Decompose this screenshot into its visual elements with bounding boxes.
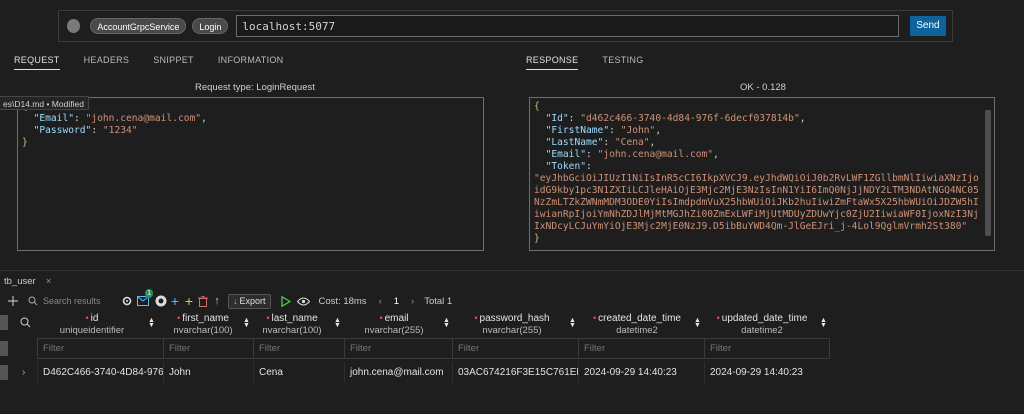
- close-brace: }: [534, 233, 540, 244]
- column-header-last-name[interactable]: • last_name nvarchar(100): [256, 311, 328, 337]
- request-editor[interactable]: { "Email": "john.cena@mail.com", "Passwo…: [17, 97, 484, 251]
- filter-input[interactable]: Filter: [578, 338, 704, 359]
- json-key: "Id": [545, 113, 569, 124]
- json-value: "d462c466-3740-4d84-976f-6decf037814b": [580, 113, 800, 124]
- close-tab-icon[interactable]: ×: [46, 276, 52, 287]
- result-tab[interactable]: tb_user ×: [4, 276, 51, 287]
- tab-testing[interactable]: TESTING: [602, 55, 643, 70]
- search-icon: [28, 296, 38, 306]
- column-header-first-name[interactable]: • first_name nvarchar(100): [166, 311, 240, 337]
- export-button[interactable]: ↓ Export: [228, 293, 271, 309]
- tab-response[interactable]: RESPONSE: [526, 55, 579, 70]
- page-number[interactable]: 1: [394, 296, 399, 307]
- layout-toggle-icon[interactable]: [6, 294, 20, 308]
- result-tab-label: tb_user: [4, 276, 36, 287]
- row-gutter: [0, 315, 8, 330]
- add-row-icon[interactable]: +: [168, 293, 182, 309]
- json-key: "FirstName": [545, 125, 610, 136]
- filter-input[interactable]: Filter: [704, 338, 830, 359]
- filter-input[interactable]: Filter: [37, 338, 163, 359]
- json-key: "LastName": [545, 137, 604, 148]
- open-brace: {: [534, 101, 540, 112]
- sort-icon[interactable]: ▲ ▼: [820, 317, 827, 329]
- sort-icon[interactable]: ▲ ▼: [694, 317, 701, 329]
- editor-scrollbar[interactable]: [985, 110, 991, 236]
- next-page-icon[interactable]: ›: [411, 296, 414, 307]
- cell-id[interactable]: D462C466-3740-4D84-976F: [37, 362, 163, 383]
- column-header-email[interactable]: • email nvarchar(255): [346, 311, 442, 337]
- json-key: "Token": [545, 161, 586, 172]
- request-bar: AccountGrpcService Login Send: [58, 10, 953, 42]
- token-value: "eyJhbGciOiJIUzI1NiIsInR5cCI6IkpXVCJ9.ey…: [534, 173, 979, 232]
- cell-created-date-time[interactable]: 2024-09-29 14:40:23: [578, 362, 704, 383]
- download-icon: ↓: [233, 295, 238, 306]
- search-placeholder: Search results: [43, 296, 101, 306]
- filter-input[interactable]: Filter: [163, 338, 253, 359]
- eye-icon[interactable]: [297, 294, 311, 308]
- url-input[interactable]: [236, 15, 899, 37]
- json-value: "john.cena@mail.com": [597, 149, 714, 160]
- row-gutter: [0, 365, 8, 380]
- json-value: "john.cena@mail.com": [85, 113, 202, 124]
- column-header-password-hash[interactable]: • password_hash nvarchar(255): [456, 311, 568, 337]
- expand-row-icon[interactable]: ›: [22, 362, 32, 383]
- tab-request[interactable]: REQUEST: [14, 55, 60, 70]
- column-header-updated-date-time[interactable]: • updated_date_time datetime2: [706, 311, 818, 337]
- panel-divider: [0, 270, 1024, 271]
- cell-last-name[interactable]: Cena: [253, 362, 344, 383]
- column-header-created-date-time[interactable]: • created_date_time datetime2: [582, 311, 692, 337]
- method-pill[interactable]: Login: [192, 18, 229, 34]
- play-icon[interactable]: [279, 294, 293, 308]
- close-brace: }: [22, 137, 28, 148]
- status-circle-icon[interactable]: [67, 19, 81, 33]
- sort-icon[interactable]: ▲ ▼: [443, 317, 450, 329]
- sort-icon[interactable]: ▲ ▼: [148, 317, 155, 329]
- gear-icon[interactable]: [120, 294, 134, 308]
- search-results-box[interactable]: Search results: [28, 294, 116, 308]
- tab-information[interactable]: INFORMATION: [218, 55, 284, 70]
- response-editor[interactable]: { "Id": "d462c466-3740-4d84-976f-6decf03…: [529, 97, 995, 251]
- send-button[interactable]: Send: [909, 16, 946, 36]
- export-label: Export: [239, 295, 266, 306]
- sort-icon[interactable]: ▲ ▼: [334, 317, 341, 329]
- cell-email[interactable]: john.cena@mail.com: [344, 362, 452, 383]
- delete-icon[interactable]: [196, 294, 210, 308]
- grid-header: • id uniqueidentifier ▲ ▼ • first_name nvar…: [0, 311, 1024, 337]
- results-toolbar: Search results 1 + + ↑ ↓ Export Cost: 18…: [0, 289, 1024, 311]
- service-pill[interactable]: AccountGrpcService: [90, 18, 187, 34]
- filter-input[interactable]: Filter: [452, 338, 578, 359]
- json-key: "Email": [33, 113, 74, 124]
- sort-icon[interactable]: ▲ ▼: [569, 317, 576, 329]
- total-label: Total 1: [424, 295, 453, 307]
- tab-snippet[interactable]: SNIPPET: [153, 55, 194, 70]
- sort-icon[interactable]: ▲ ▼: [243, 317, 250, 329]
- response-tabs: RESPONSE TESTING: [526, 55, 668, 70]
- json-value: "Cena": [614, 137, 650, 148]
- cell-first-name[interactable]: John: [163, 362, 253, 383]
- table-row[interactable]: › D462C466-3740-4D84-976F John Cena john…: [0, 362, 1024, 383]
- cell-updated-date-time[interactable]: 2024-09-29 14:40:23: [704, 362, 830, 383]
- filter-input[interactable]: Filter: [344, 338, 452, 359]
- json-value: "1234": [102, 125, 138, 136]
- arrow-up-icon[interactable]: ↑: [210, 294, 224, 308]
- filter-input[interactable]: Filter: [253, 338, 344, 359]
- json-key: "Password": [33, 125, 92, 136]
- request-type-label: Request type: LoginRequest: [195, 82, 315, 93]
- response-status-label: OK - 0.128: [740, 82, 786, 93]
- row-gutter: [0, 341, 8, 356]
- request-tabs: REQUEST HEADERS SNIPPET INFORMATION: [14, 55, 307, 70]
- filter-row: Filter Filter Filter Filter Filter Filte…: [0, 338, 1024, 359]
- file-tooltip: es\D14.md • Modified: [0, 96, 89, 110]
- json-value: "John": [620, 125, 656, 136]
- insert-icon[interactable]: +: [182, 293, 196, 309]
- cost-label: Cost: 18ms: [318, 295, 367, 307]
- json-key: "Email": [545, 149, 586, 160]
- column-header-id[interactable]: • id uniqueidentifier: [40, 311, 144, 337]
- badge-count: 1: [145, 289, 153, 298]
- tab-headers[interactable]: HEADERS: [84, 55, 130, 70]
- prev-page-icon[interactable]: ‹: [379, 296, 382, 307]
- cell-password-hash[interactable]: 03AC674216F3E15C761EE1A: [452, 362, 578, 383]
- mail-icon[interactable]: 1: [136, 289, 153, 308]
- github-icon[interactable]: [154, 294, 168, 308]
